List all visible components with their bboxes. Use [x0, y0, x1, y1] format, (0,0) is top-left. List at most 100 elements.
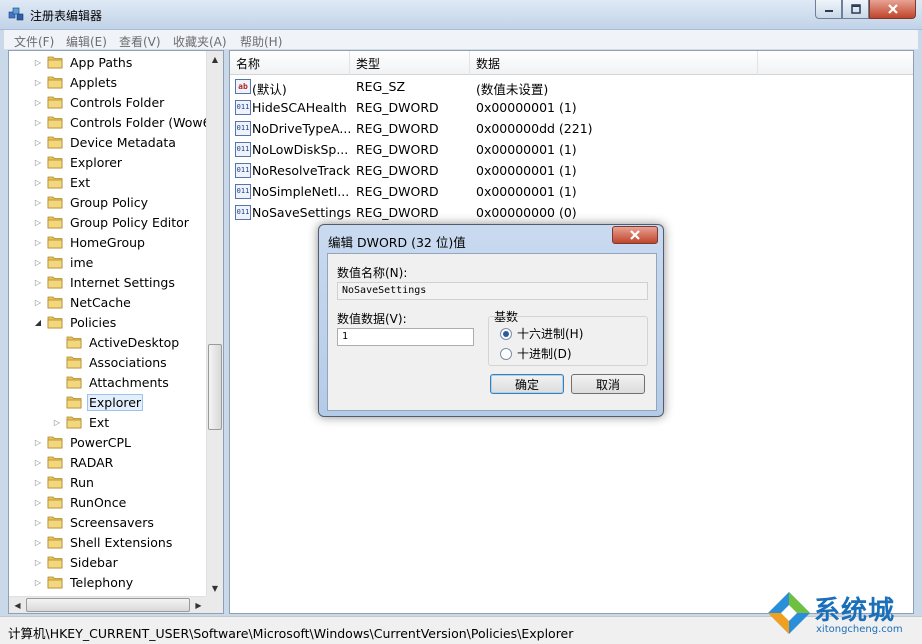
menu-help[interactable]: 帮助(H) [240, 33, 282, 50]
tree-node[interactable]: ▷ Internet Settings [33, 272, 177, 292]
tree-vertical-scroll-thumb[interactable] [208, 344, 222, 430]
tree-node-label: Device Metadata [70, 134, 176, 150]
cancel-button[interactable]: 取消 [571, 374, 645, 394]
scroll-right-arrow-icon[interactable]: ▶ [190, 597, 207, 613]
expand-arrow-icon[interactable]: ▷ [33, 457, 43, 467]
tree-node[interactable]: ▷ Explorer [33, 152, 124, 172]
list-item[interactable]: 011 NoDriveTypeA... REG_DWORD 0x000000dd (2… [230, 118, 913, 139]
tree-node[interactable]: ▷ ime [33, 252, 95, 272]
tree-node[interactable]: ▷ Applets [33, 72, 119, 92]
tree-node[interactable]: ▷ Sidebar [33, 552, 120, 572]
menu-favorites[interactable]: 收藏夹(A) [173, 33, 227, 50]
folder-icon [66, 336, 82, 349]
tree-node-label: Ext [89, 414, 110, 430]
list-item[interactable]: 011 NoSimpleNetI... REG_DWORD 0x00000001 (1… [230, 181, 913, 202]
expand-arrow-icon[interactable]: ▷ [33, 97, 43, 107]
tree-node[interactable]: ▷ Screensavers [33, 512, 156, 532]
close-button[interactable] [869, 0, 916, 19]
expand-arrow-icon[interactable]: ▷ [33, 137, 43, 147]
expand-arrow-icon[interactable]: ▷ [33, 197, 43, 207]
tree-node[interactable]: ▷ Controls Folder [33, 92, 166, 112]
expand-arrow-icon[interactable]: ▷ [33, 117, 43, 127]
tree-node[interactable]: ▷ RunOnce [33, 492, 128, 512]
collapse-arrow-icon[interactable]: ◢ [33, 317, 43, 327]
tree-node[interactable]: ▷ Group Policy [33, 192, 150, 212]
expand-arrow-icon[interactable]: ▷ [33, 577, 43, 587]
tree-node[interactable]: ▷ Ext [52, 412, 111, 432]
expand-arrow-icon[interactable]: ▷ [33, 257, 43, 267]
tree-node[interactable]: ▷ Device Metadata [33, 132, 178, 152]
list-item[interactable]: ab (默认) REG_SZ (数值未设置) [230, 76, 913, 97]
list-item[interactable]: 011 NoSaveSettings REG_DWORD 0x00000000 (0) [230, 202, 913, 223]
tree-node-label: NetCache [70, 294, 131, 310]
column-header-name[interactable]: 名称 [230, 51, 350, 75]
expand-arrow-icon[interactable]: ▷ [33, 517, 43, 527]
scroll-left-arrow-icon[interactable]: ◀ [9, 597, 26, 613]
list-item[interactable]: 011 NoResolveTrack REG_DWORD 0x00000001 (1) [230, 160, 913, 181]
tree-node[interactable]: ▷ Shell Extensions [33, 532, 174, 552]
tree-node[interactable]: ▷ PowerCPL [33, 432, 133, 452]
expand-arrow-icon[interactable]: ▷ [33, 477, 43, 487]
value-name-field[interactable]: NoSaveSettings [337, 282, 648, 300]
expand-arrow-icon[interactable]: ▷ [33, 157, 43, 167]
edit-dword-dialog[interactable]: 编辑 DWORD (32 位)值 数值名称(N): NoSaveSettings… [318, 224, 664, 417]
expand-arrow-icon[interactable]: ▷ [33, 237, 43, 247]
tree-node[interactable]: ▷ Ext [33, 172, 92, 192]
expand-arrow-icon[interactable]: ▷ [33, 297, 43, 307]
maximize-button[interactable] [842, 0, 869, 19]
tree-node[interactable]: ▷ RADAR [33, 452, 115, 472]
expand-arrow-icon[interactable]: ▷ [33, 77, 43, 87]
folder-icon [47, 196, 63, 209]
hex-radio-option[interactable]: 十六进制(H) [500, 325, 583, 342]
hex-radio[interactable] [500, 327, 512, 340]
list-item[interactable]: 011 NoLowDiskSp... REG_DWORD 0x00000001 (1) [230, 139, 913, 160]
tree-node[interactable]: ▷ NetCache [33, 292, 133, 312]
dec-radio[interactable] [500, 347, 512, 360]
ok-button[interactable]: 确定 [490, 374, 564, 394]
expand-arrow-icon[interactable]: ▷ [33, 177, 43, 187]
dialog-close-button[interactable] [612, 226, 658, 244]
menu-view[interactable]: 查看(V) [119, 33, 161, 50]
folder-icon [66, 376, 82, 389]
minimize-button[interactable] [815, 0, 842, 19]
expand-arrow-icon[interactable]: ▷ [33, 217, 43, 227]
column-header-data[interactable]: 数据 [470, 51, 758, 75]
expand-arrow-icon[interactable]: ▷ [33, 537, 43, 547]
tree-node[interactable]: ▷ HomeGroup [33, 232, 147, 252]
value-name-label: 数值名称(N): [337, 266, 408, 280]
tree-node[interactable]: ◢ Policies [33, 312, 118, 332]
tree-node[interactable]: Explorer [52, 392, 144, 412]
menu-edit[interactable]: 编辑(E) [66, 33, 107, 50]
tree-node[interactable]: ▷ Telephony [33, 572, 135, 592]
tree-node[interactable]: ▷ Run [33, 472, 96, 492]
binary-value-icon: 011 [235, 184, 251, 199]
tree-node-label: RunOnce [70, 494, 127, 510]
dialog-body: 数值名称(N): NoSaveSettings 数值数据(V): 1 基数 十六… [327, 253, 657, 411]
menu-file[interactable]: 文件(F) [14, 33, 54, 50]
folder-icon [47, 216, 63, 229]
tree-vertical-scrollbar[interactable]: ▲ ▼ [206, 51, 223, 597]
expand-arrow-icon[interactable]: ▷ [33, 437, 43, 447]
list-item[interactable]: 011 HideSCAHealth REG_DWORD 0x00000001 (1) [230, 97, 913, 118]
expand-arrow-icon[interactable]: ▷ [33, 557, 43, 567]
title-bar[interactable]: 注册表编辑器 [0, 0, 922, 30]
tree-node[interactable]: Attachments [52, 372, 171, 392]
dec-radio-option[interactable]: 十进制(D) [500, 345, 572, 362]
menu-bar: 文件(F) 编辑(E) 查看(V) 收藏夹(A) 帮助(H) [4, 30, 918, 50]
tree-node[interactable]: ActiveDesktop [52, 332, 181, 352]
expand-arrow-icon[interactable]: ▷ [33, 497, 43, 507]
scroll-up-arrow-icon[interactable]: ▲ [207, 51, 223, 68]
tree-horizontal-scrollbar[interactable]: ◀ ▶ [9, 596, 207, 613]
tree-horizontal-scroll-thumb[interactable] [26, 598, 190, 612]
key-tree-pane[interactable]: ▷ App Paths ▷ Applets ▷ Controls Folder ▷ Contr… [8, 50, 224, 614]
tree-node[interactable]: ▷ App Paths [33, 52, 134, 72]
tree-node[interactable]: ▷ Controls Folder (Wow64 [33, 112, 207, 132]
expand-arrow-icon[interactable]: ▷ [52, 417, 62, 427]
tree-node[interactable]: Associations [52, 352, 169, 372]
value-data-input[interactable]: 1 [337, 328, 474, 346]
tree-node[interactable]: ▷ Group Policy Editor [33, 212, 191, 232]
expand-arrow-icon[interactable]: ▷ [33, 57, 43, 67]
expand-arrow-icon[interactable]: ▷ [33, 277, 43, 287]
scroll-down-arrow-icon[interactable]: ▼ [207, 580, 223, 597]
column-header-type[interactable]: 类型 [350, 51, 470, 75]
